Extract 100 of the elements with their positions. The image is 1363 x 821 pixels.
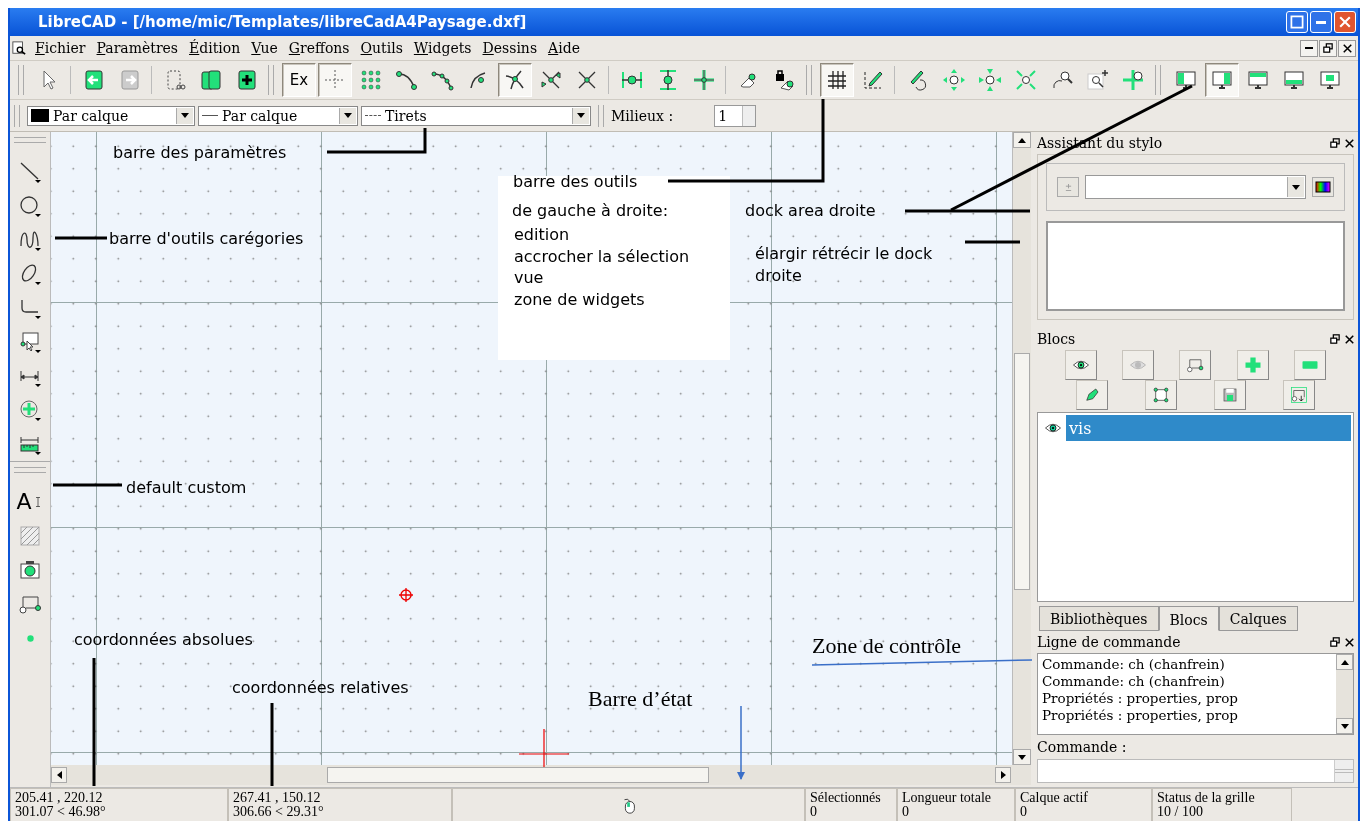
- menu-item[interactable]: Aide: [543, 40, 586, 56]
- maximize-icon: [1290, 15, 1304, 29]
- monitor-icon: [1246, 68, 1270, 92]
- toolbar-button[interactable]: [498, 63, 532, 97]
- scroll-down-icon[interactable]: [1340, 723, 1349, 729]
- toolbar-grip: [14, 104, 20, 127]
- vertical-scrollbar[interactable]: [1012, 132, 1031, 765]
- block-tool-button[interactable]: [1179, 350, 1212, 380]
- square-points-icon: [1151, 386, 1170, 404]
- lock-icon: [773, 68, 797, 92]
- dropdown-arrow-icon: [344, 113, 352, 118]
- dropdown-button[interactable]: [339, 107, 356, 124]
- block-tool-button[interactable]: [1075, 380, 1108, 410]
- block-item[interactable]: vis: [1066, 415, 1351, 441]
- leader-line: [55, 236, 107, 240]
- dashed-line-sample: [365, 115, 381, 116]
- menu-item[interactable]: Outils: [355, 40, 409, 56]
- block-tool-button[interactable]: [1236, 350, 1269, 380]
- leader-line: [53, 483, 122, 487]
- annotation-text: edition: [514, 225, 570, 244]
- horizontal-scrollbar[interactable]: [51, 765, 1031, 785]
- menu-item[interactable]: Greffons: [283, 40, 356, 56]
- scroll-right-icon[interactable]: [1000, 771, 1006, 779]
- minimize-button[interactable]: [1300, 39, 1318, 57]
- menu-item[interactable]: Vue: [246, 40, 284, 56]
- menu-item[interactable]: Dessins: [477, 40, 544, 56]
- snap-label: Milieux :: [611, 107, 674, 124]
- menu-item[interactable]: Édition: [184, 40, 247, 56]
- pen-list[interactable]: [1046, 221, 1345, 311]
- line-width-combo[interactable]: Par calque: [198, 105, 358, 126]
- status-label: Calque actif: [1020, 791, 1090, 805]
- menu-item[interactable]: Widgets: [408, 40, 478, 56]
- dropdown-arrow-icon: [1292, 184, 1300, 190]
- dock-tab[interactable]: Bibliothèques: [1039, 606, 1159, 631]
- block-tool-button[interactable]: [1294, 350, 1327, 380]
- block-tool-button[interactable]: [1283, 380, 1316, 410]
- status-value: 10 / 100: [1157, 805, 1204, 819]
- float-icon[interactable]: [1330, 334, 1340, 344]
- menu-item[interactable]: Fichier: [30, 40, 92, 56]
- toolbar-grip: [598, 104, 604, 127]
- line-type-combo[interactable]: Tirets: [361, 105, 591, 126]
- maximize-button[interactable]: [1286, 11, 1308, 33]
- block-save-icon: [1290, 386, 1309, 404]
- dot-grid-icon: [359, 68, 383, 92]
- scroll-left-icon[interactable]: [56, 771, 62, 779]
- color-swatch: [31, 109, 49, 122]
- status-value: 0: [902, 805, 909, 819]
- vertical-scrollbar[interactable]: [1336, 654, 1353, 734]
- block-tool-button[interactable]: [1122, 350, 1155, 380]
- coordinate-text: 267.41 , 150.12: [233, 791, 322, 805]
- dropdown-arrow-icon: [577, 113, 585, 118]
- zoom-pan-icon: [1122, 68, 1146, 92]
- pen-combo[interactable]: [1085, 175, 1306, 199]
- history-line: Commande: ch (chanfrein): [1042, 673, 1226, 690]
- annotation-text: default custom: [126, 478, 247, 497]
- leader-line: [965, 240, 1020, 244]
- block-tool-button[interactable]: [1064, 350, 1097, 380]
- restore-icon: [1323, 43, 1333, 53]
- float-icon[interactable]: [1330, 138, 1340, 148]
- close-button[interactable]: [1338, 39, 1356, 57]
- combo-value: Tirets: [385, 107, 427, 124]
- annotation-text: barre des outils: [513, 172, 638, 191]
- close-icon[interactable]: [1345, 138, 1354, 148]
- toolbar-button[interactable]: [820, 63, 854, 97]
- combo-value: Par calque: [53, 107, 129, 124]
- restore-button[interactable]: [1319, 39, 1337, 57]
- float-icon[interactable]: [1330, 637, 1340, 647]
- scroll-up-icon[interactable]: [1018, 137, 1026, 143]
- status-label: Status de la grille: [1157, 791, 1256, 805]
- command-input[interactable]: [1037, 759, 1354, 783]
- color-button[interactable]: [1312, 177, 1334, 197]
- block-icon: [1186, 356, 1205, 374]
- menu-item[interactable]: Paramètres: [91, 40, 185, 56]
- close-icon[interactable]: [1345, 637, 1354, 647]
- close-icon[interactable]: [1345, 334, 1354, 344]
- monitor-icon: [1210, 68, 1234, 92]
- color-combo[interactable]: Par calque: [27, 105, 195, 126]
- block-tool-button[interactable]: [1144, 380, 1177, 410]
- history-line: Commande: ch (chanfrein): [1042, 656, 1226, 673]
- scrollbar-thumb[interactable]: [327, 767, 709, 783]
- dock-tab[interactable]: Blocs: [1158, 606, 1219, 631]
- monitor-icon: [1174, 68, 1198, 92]
- dock-tab[interactable]: Calques: [1218, 606, 1298, 631]
- page-plus-icon: [235, 68, 259, 92]
- curve-points-icon: [395, 68, 419, 92]
- dropdown-button[interactable]: [176, 107, 193, 124]
- block-tool-button[interactable]: [1214, 380, 1247, 410]
- close-icon: [1339, 16, 1351, 28]
- scroll-down-icon[interactable]: [1018, 754, 1026, 760]
- spin-box[interactable]: 1: [714, 104, 757, 127]
- dropdown-button[interactable]: [572, 107, 589, 124]
- close-icon: [1342, 43, 1352, 53]
- document-magnifier-icon[interactable]: [12, 41, 26, 55]
- scrollbar-thumb[interactable]: [1014, 353, 1030, 590]
- toolbar-button[interactable]: Ex: [282, 63, 316, 97]
- annotation-text: Barre d’état: [588, 686, 693, 712]
- scroll-up-icon[interactable]: [1340, 659, 1349, 665]
- status-label: Longueur totale: [902, 791, 993, 805]
- tool-button[interactable]: A: [12, 485, 48, 519]
- status-label: Sélectionnés: [810, 791, 882, 805]
